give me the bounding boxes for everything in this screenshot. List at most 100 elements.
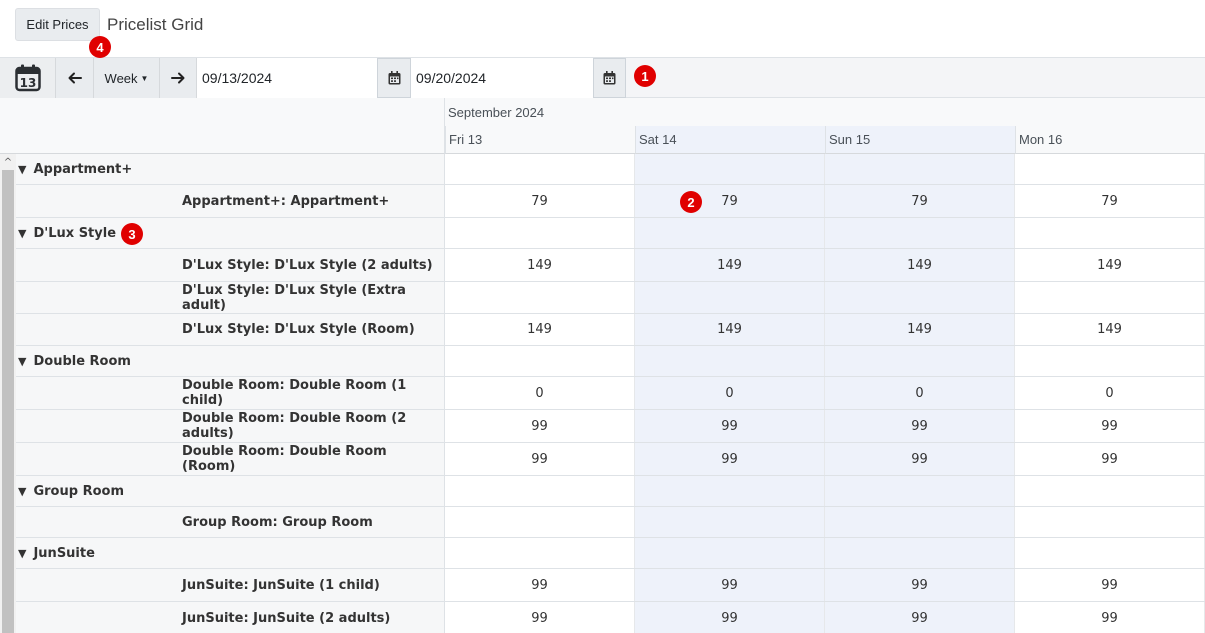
- price-cell[interactable]: 79: [825, 185, 1015, 217]
- start-date-picker-button[interactable]: [377, 58, 411, 98]
- price-cell[interactable]: 99: [635, 602, 825, 633]
- day-header: Mon 16: [1015, 126, 1205, 154]
- scrollbar-thumb[interactable]: [2, 170, 14, 633]
- group-label: ▼ D'Lux Style: [16, 218, 445, 248]
- price-row: JunSuite: JunSuite (1 child) 99 99 99 99: [16, 569, 1205, 602]
- price-cell[interactable]: [1015, 282, 1205, 313]
- price-cell[interactable]: [1015, 507, 1205, 537]
- price-cell[interactable]: 149: [445, 249, 635, 281]
- group-row[interactable]: ▼ Appartment+: [16, 154, 1205, 185]
- arrow-right-icon: [171, 72, 185, 84]
- price-cell[interactable]: 0: [445, 377, 635, 409]
- price-cell[interactable]: [445, 507, 635, 537]
- start-date-input[interactable]: 09/13/2024: [197, 58, 377, 98]
- price-cell[interactable]: 99: [445, 602, 635, 633]
- range-dropdown[interactable]: Week ▼: [94, 58, 160, 98]
- pricelist-grid: September 2024 ^ Fri 13 Sat 14 Sun 15 Mon 1…: [0, 98, 1205, 633]
- price-cell[interactable]: 99: [825, 443, 1015, 475]
- group-row[interactable]: ▼ Double Room: [16, 346, 1205, 377]
- row-label-text: D'Lux Style: D'Lux Style (2 adults): [182, 257, 433, 273]
- row-label-text: Double Room: Double Room (2 adults): [182, 411, 407, 441]
- price-cell[interactable]: 99: [445, 410, 635, 442]
- price-cell[interactable]: 99: [635, 410, 825, 442]
- rate-label: Group Room: Group Room: [16, 507, 445, 537]
- annotation-badge-4: 4: [89, 36, 111, 58]
- price-cell[interactable]: [825, 507, 1015, 537]
- next-period-button[interactable]: [160, 58, 197, 98]
- price-cell[interactable]: [445, 282, 635, 313]
- price-cell[interactable]: 99: [1015, 443, 1205, 475]
- collapse-caret-icon[interactable]: ▼: [18, 355, 26, 368]
- row-label-text: Appartment+: Appartment+: [182, 193, 390, 209]
- svg-text:13: 13: [19, 76, 36, 90]
- price-cell[interactable]: 99: [635, 569, 825, 601]
- price-cell[interactable]: 79: [635, 185, 825, 217]
- scroll-up-icon[interactable]: ^: [0, 154, 16, 170]
- collapse-caret-icon[interactable]: ▼: [18, 485, 26, 498]
- row-header-corner: [0, 98, 445, 154]
- edit-prices-button[interactable]: Edit Prices: [15, 8, 100, 41]
- price-cell[interactable]: 99: [825, 569, 1015, 601]
- price-cell[interactable]: [635, 282, 825, 313]
- price-cell: [1015, 154, 1205, 184]
- price-cell[interactable]: 149: [825, 314, 1015, 345]
- day-header: Sun 15: [825, 126, 1015, 154]
- group-label: ▼ Double Room: [16, 346, 445, 376]
- rate-label: JunSuite: JunSuite (1 child): [16, 569, 445, 601]
- previous-period-button[interactable]: [56, 58, 94, 98]
- calendar-icon: [388, 71, 400, 85]
- row-label-text: Appartment+: [33, 161, 133, 177]
- price-cell: [635, 476, 825, 506]
- price-cell[interactable]: 99: [825, 602, 1015, 633]
- price-cell: [1015, 476, 1205, 506]
- rate-label: D'Lux Style: D'Lux Style (Room): [16, 314, 445, 345]
- day-header: Fri 13: [445, 126, 635, 154]
- range-dropdown-label: Week: [104, 70, 138, 86]
- price-cell[interactable]: 99: [635, 443, 825, 475]
- price-cell[interactable]: 149: [1015, 314, 1205, 345]
- price-cell[interactable]: 0: [635, 377, 825, 409]
- price-row: JunSuite: JunSuite (2 adults) 99 99 99 99: [16, 602, 1205, 633]
- price-cell: [445, 346, 635, 376]
- price-cell[interactable]: 149: [635, 314, 825, 345]
- rate-label: JunSuite: JunSuite (2 adults): [16, 602, 445, 633]
- collapse-caret-icon[interactable]: ▼: [18, 227, 26, 240]
- top-bar: Edit Prices Pricelist Grid: [0, 0, 1205, 58]
- group-row[interactable]: ▼ Group Room: [16, 476, 1205, 507]
- collapse-caret-icon[interactable]: ▼: [18, 163, 26, 176]
- price-cell[interactable]: 99: [445, 569, 635, 601]
- price-cell[interactable]: 149: [445, 314, 635, 345]
- price-cell[interactable]: 99: [825, 410, 1015, 442]
- price-cell: [635, 218, 825, 248]
- rate-label: Double Room: Double Room (Room): [16, 443, 445, 475]
- price-cell: [635, 538, 825, 568]
- annotation-badge-2: 2: [680, 191, 702, 213]
- price-cell[interactable]: 0: [825, 377, 1015, 409]
- row-label-text: D'Lux Style: [33, 225, 117, 241]
- collapse-caret-icon[interactable]: ▼: [18, 547, 26, 560]
- today-button[interactable]: 13: [0, 58, 56, 98]
- price-cell[interactable]: 79: [445, 185, 635, 217]
- group-row[interactable]: ▼ JunSuite: [16, 538, 1205, 569]
- price-row: D'Lux Style: D'Lux Style (Room) 149 149 149…: [16, 314, 1205, 346]
- group-row[interactable]: ▼ D'Lux Style: [16, 218, 1205, 249]
- price-row: Group Room: Group Room: [16, 507, 1205, 538]
- price-cell[interactable]: 99: [1015, 410, 1205, 442]
- price-cell[interactable]: 79: [1015, 185, 1205, 217]
- price-cell[interactable]: 99: [445, 443, 635, 475]
- price-cell[interactable]: [635, 507, 825, 537]
- price-cell[interactable]: 149: [1015, 249, 1205, 281]
- date-toolbar: 13 Week ▼ 09/13/2024 09/20/2024: [0, 58, 1205, 98]
- end-date-input[interactable]: 09/20/2024: [411, 58, 593, 98]
- price-cell[interactable]: 0: [1015, 377, 1205, 409]
- price-cell: [635, 346, 825, 376]
- price-cell[interactable]: 99: [1015, 569, 1205, 601]
- price-cell[interactable]: 149: [825, 249, 1015, 281]
- price-cell: [825, 218, 1015, 248]
- price-cell[interactable]: 149: [635, 249, 825, 281]
- price-cell[interactable]: [825, 282, 1015, 313]
- price-row: Double Room: Double Room (2 adults) 99 99 9…: [16, 410, 1205, 443]
- rate-label: Double Room: Double Room (1 child): [16, 377, 445, 409]
- price-cell[interactable]: 99: [1015, 602, 1205, 633]
- end-date-picker-button[interactable]: [593, 58, 626, 98]
